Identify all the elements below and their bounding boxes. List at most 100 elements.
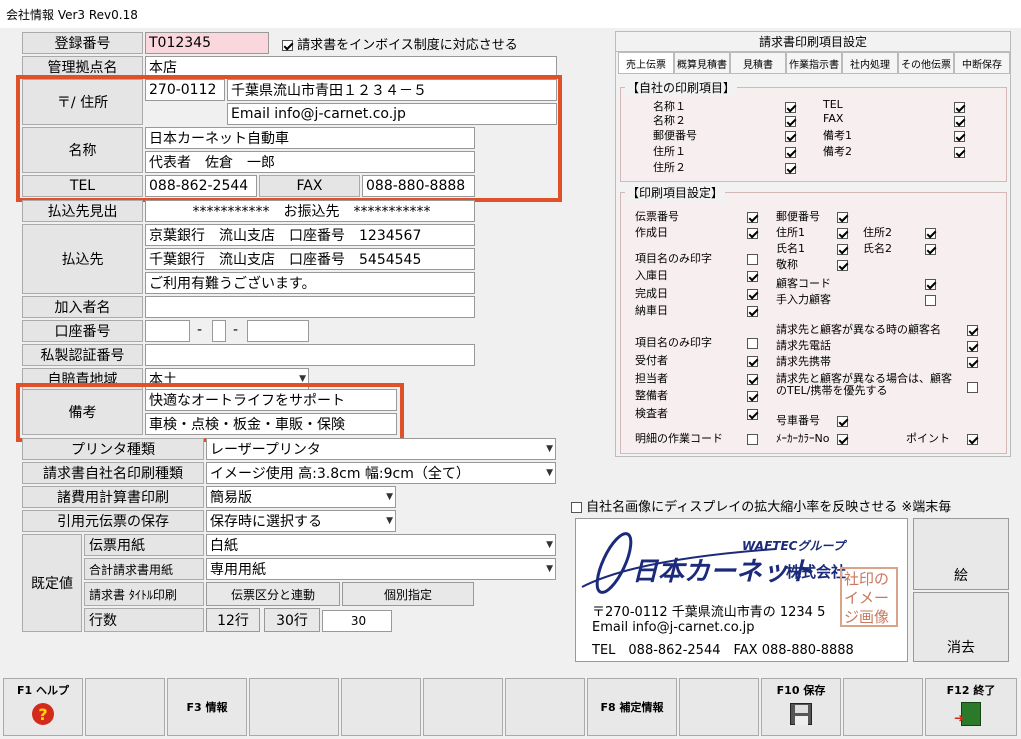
chevron-down-icon: ▼: [386, 492, 393, 502]
own-item-address1: 住所１: [653, 145, 686, 158]
chk-receptionist[interactable]: [747, 355, 758, 367]
lines-input[interactable]: 30: [322, 610, 392, 632]
highlight-address-box: [16, 75, 562, 202]
own-chk-name1[interactable]: [785, 101, 796, 113]
printer-select[interactable]: レーザープリンタ ▼: [206, 438, 556, 460]
own-chk-note1[interactable]: [954, 130, 965, 142]
f4-button[interactable]: [249, 678, 339, 736]
f1-help-button[interactable]: F1 ヘルプ?: [3, 678, 83, 736]
f3-info-button[interactable]: F3 情報: [167, 678, 247, 736]
chk-honorific[interactable]: [837, 259, 848, 271]
chk-staff[interactable]: [747, 373, 758, 385]
calc-select[interactable]: 簡易版 ▼: [206, 486, 396, 508]
picture-button[interactable]: 絵: [913, 518, 1009, 590]
tab-suspended[interactable]: 中断保存: [954, 52, 1010, 74]
f12-exit-button[interactable]: F12 終了 ➜: [925, 678, 1017, 736]
chk-address2[interactable]: [925, 227, 936, 239]
acct-part1-input[interactable]: [145, 320, 190, 342]
chk-address1[interactable]: [837, 227, 848, 239]
chk-delivery-date[interactable]: [747, 305, 758, 317]
chk-name1[interactable]: [837, 243, 848, 255]
lines-12-button[interactable]: 12行: [206, 608, 260, 632]
chk-label-only-1[interactable]: [747, 253, 758, 265]
tab-sales[interactable]: 売上伝票: [618, 52, 674, 74]
own-item-address2: 住所２: [653, 161, 686, 174]
tab-internal[interactable]: 社内処理: [842, 52, 898, 74]
chk-slip-no[interactable]: [747, 211, 758, 223]
chk-prefer-customer-tel[interactable]: [967, 381, 978, 393]
paper-select[interactable]: 白紙 ▼: [206, 534, 556, 556]
chk-done-date[interactable]: [747, 288, 758, 300]
chk-label-only-2[interactable]: [747, 337, 758, 349]
acct-part2-input[interactable]: [212, 320, 226, 342]
item-delivery-date: 納車日: [635, 304, 668, 317]
payee-label: 払込先見出: [22, 200, 143, 222]
pay2-input[interactable]: 千葉銀行 流山支店 口座番号 5454545: [145, 248, 475, 270]
lines-30-button[interactable]: 30行: [264, 608, 320, 632]
item-done-date: 完成日: [635, 287, 668, 300]
own-chk-address2[interactable]: [785, 162, 796, 174]
acct-part3-input[interactable]: [247, 320, 309, 342]
f7-button[interactable]: [505, 678, 585, 736]
f8-supplement-button[interactable]: F8 補定情報: [587, 678, 677, 736]
chk-manual-customer[interactable]: [925, 294, 936, 306]
own-chk-postal[interactable]: [785, 130, 796, 142]
own-chk-address1[interactable]: [785, 146, 796, 158]
save-select[interactable]: 保存時に選択する ▼: [206, 510, 396, 532]
f2-button[interactable]: [85, 678, 165, 736]
sum-paper-select[interactable]: 専用用紙 ▼: [206, 558, 556, 580]
title-bar: 会社情報 Ver3 Rev0.18: [0, 0, 1021, 28]
cert-input[interactable]: [145, 344, 475, 366]
chk-maker-color[interactable]: [837, 433, 848, 445]
item-postal: 郵便番号: [776, 210, 820, 223]
own-chk-fax[interactable]: [954, 115, 965, 127]
chk-billing-mobile[interactable]: [967, 356, 978, 368]
invoice-checkbox[interactable]: 請求書をインボイス制度に対応させる: [282, 34, 518, 53]
chk-created[interactable]: [747, 227, 758, 239]
chk-point[interactable]: [967, 433, 978, 445]
title-link-button[interactable]: 伝票区分と連動: [206, 582, 340, 606]
own-chk-name2[interactable]: [785, 115, 796, 127]
item-slip-no: 伝票番号: [635, 210, 679, 223]
scale-checkbox[interactable]: 自社名画像にディスプレイの拡大縮小率を反映させる ※端末毎: [571, 496, 951, 515]
calc-label: 諸費用計算書印刷: [22, 486, 204, 508]
chk-mechanic[interactable]: [747, 390, 758, 402]
printer-value: レーザープリンタ: [210, 442, 321, 458]
f10-save-button[interactable]: F10 保存: [761, 678, 841, 736]
chk-billing-phone[interactable]: [967, 340, 978, 352]
chk-postal[interactable]: [837, 211, 848, 223]
chk-diff-customer-name[interactable]: [967, 324, 978, 336]
member-input[interactable]: [145, 296, 475, 318]
delete-button[interactable]: 消去: [913, 592, 1009, 662]
highlight-note-box: [16, 383, 404, 442]
own-chk-note2[interactable]: [954, 146, 965, 158]
chk-car-no[interactable]: [837, 415, 848, 427]
tab-estimate[interactable]: 見積書: [730, 52, 786, 74]
f5-button[interactable]: [341, 678, 421, 736]
payee-input[interactable]: *********** お振込先 ***********: [145, 200, 475, 222]
chk-work-code[interactable]: [747, 433, 758, 445]
item-name1: 氏名1: [776, 242, 805, 255]
panel-tabs: 売上伝票 概算見積書 見積書 作業指示書 社内処理 その他伝票 中断保存: [618, 52, 1010, 74]
pay3-input[interactable]: ご利用有難うございます。: [145, 272, 475, 294]
reg-no-input[interactable]: T012345: [145, 32, 269, 54]
f9-button[interactable]: [679, 678, 759, 736]
f12-label: F12 終了: [946, 684, 996, 697]
default-label: 既定値: [22, 534, 82, 632]
title-indiv-button[interactable]: 個別指定: [342, 582, 474, 606]
chk-name2[interactable]: [925, 243, 936, 255]
company-print-value: イメージ使用 高:3.8cm 幅:9cm（全て）: [210, 466, 470, 482]
chk-customer-code[interactable]: [925, 278, 936, 290]
window-title: 会社情報 Ver3 Rev0.18: [6, 8, 138, 22]
company-print-select[interactable]: イメージ使用 高:3.8cm 幅:9cm（全て） ▼: [206, 462, 556, 484]
tab-work-order[interactable]: 作業指示書: [786, 52, 842, 74]
tab-rough-estimate[interactable]: 概算見積書: [674, 52, 730, 74]
reg-no-label: 登録番号: [22, 32, 143, 54]
pay1-input[interactable]: 京葉銀行 流山支店 口座番号 1234567: [145, 224, 475, 246]
chk-in-date[interactable]: [747, 270, 758, 282]
tab-other[interactable]: その他伝票: [898, 52, 954, 74]
f11-button[interactable]: [843, 678, 923, 736]
chk-inspector[interactable]: [747, 408, 758, 420]
own-chk-tel[interactable]: [954, 101, 965, 113]
f6-button[interactable]: [423, 678, 503, 736]
